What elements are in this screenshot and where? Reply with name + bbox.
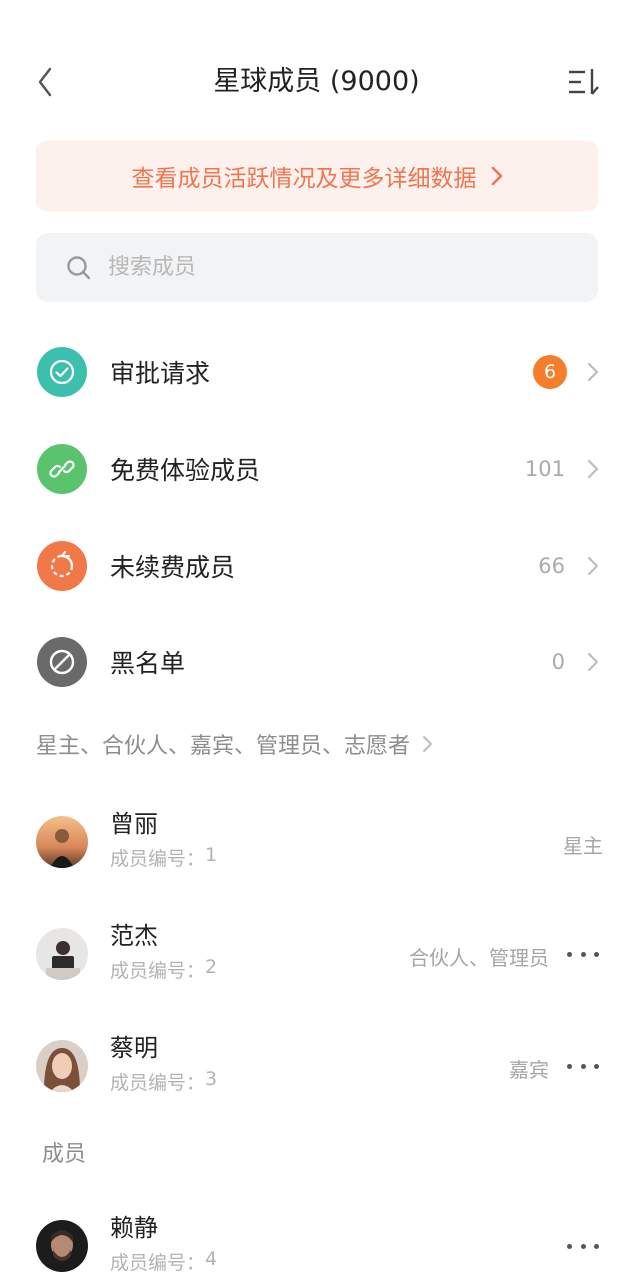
refresh-icon: [50, 551, 74, 578]
members-section-label: 成员: [42, 1142, 87, 1167]
link-icon: [49, 460, 75, 478]
more-dot-icon: [567, 1243, 572, 1249]
chevron-right-icon: [587, 652, 599, 672]
menu-item-unrenewed[interactable]: 未续费成员 66: [0, 521, 633, 611]
member-role: 合伙人、管理员: [409, 946, 549, 970]
search-bar[interactable]: [36, 233, 598, 302]
sort-button[interactable]: [567, 66, 601, 100]
page-title: 星球成员 (9000): [213, 66, 420, 97]
chevron-right-icon: [491, 166, 503, 186]
member-id-value: 4: [205, 1248, 218, 1270]
chevron-right-icon: [587, 362, 599, 382]
more-options-button[interactable]: [567, 1054, 599, 1078]
menu-item-label: 黑名单: [110, 649, 186, 678]
blacklist-icon-circle: [37, 637, 87, 687]
unrenewed-icon-circle: [37, 541, 87, 591]
chevron-right-icon: [587, 459, 599, 479]
member-count: 101: [524, 457, 565, 481]
member-id-label: 成员编号：: [110, 1252, 206, 1274]
stats-banner[interactable]: 查看成员活跃情况及更多详细数据: [36, 141, 598, 211]
chevron-right-icon: [587, 556, 599, 576]
more-options-button[interactable]: [567, 942, 599, 966]
search-icon: [67, 255, 91, 279]
menu-item-approval[interactable]: 审批请求 6: [0, 327, 633, 417]
member-count: 66: [538, 554, 565, 578]
menu-item-free-trial[interactable]: 免费体验成员 101: [0, 424, 633, 514]
avatar: [36, 816, 88, 868]
more-options-button[interactable]: [567, 1234, 599, 1258]
check-icon: [49, 359, 75, 385]
approval-icon-circle: [37, 347, 87, 397]
member-id: 成员编号： 2: [110, 956, 217, 983]
sort-icon: [569, 69, 599, 95]
member-id-label: 成员编号：: [110, 848, 206, 870]
search-input[interactable]: [108, 255, 528, 280]
member-role: 嘉宾: [509, 1058, 549, 1082]
member-id-label: 成员编号：: [110, 960, 206, 982]
more-dot-icon: [594, 1243, 599, 1249]
menu-item-blacklist[interactable]: 黑名单 0: [0, 617, 633, 707]
menu-item-label: 免费体验成员: [110, 456, 261, 485]
avatar: [36, 1040, 88, 1092]
menu-item-label: 未续费成员: [110, 553, 236, 582]
menu-item-label: 审批请求: [110, 359, 211, 388]
roles-section-label: 星主、合伙人、嘉宾、管理员、志愿者: [36, 734, 411, 759]
more-dot-icon: [567, 1063, 572, 1069]
member-id-value: 1: [205, 844, 218, 866]
avatar: [36, 1220, 88, 1272]
avatar: [36, 928, 88, 980]
member-id: 成员编号： 1: [110, 844, 217, 871]
member-row[interactable]: 范杰 成员编号： 2 合伙人、管理员: [0, 916, 633, 1006]
member-name: 赖静: [110, 1214, 158, 1242]
more-dot-icon: [567, 951, 572, 957]
header-bar: 星球成员 (9000): [0, 0, 633, 140]
more-dot-icon: [580, 1063, 586, 1069]
free-trial-icon-circle: [37, 444, 87, 494]
member-id: 成员编号： 3: [110, 1068, 217, 1095]
member-role: 星主: [563, 834, 603, 858]
member-name: 曾丽: [110, 810, 158, 838]
count-badge: 6: [533, 355, 567, 389]
member-row[interactable]: 赖静 成员编号： 4: [0, 1208, 633, 1280]
member-id-value: 3: [205, 1068, 218, 1090]
member-count: 0: [551, 650, 565, 674]
more-dot-icon: [594, 951, 599, 957]
member-name: 范杰: [110, 922, 158, 950]
member-row[interactable]: 蔡明 成员编号： 3 嘉宾: [0, 1028, 633, 1118]
roles-section-header[interactable]: 星主、合伙人、嘉宾、管理员、志愿者: [36, 728, 433, 760]
member-name: 蔡明: [110, 1034, 158, 1062]
member-row[interactable]: 曾丽 成员编号： 1 星主: [0, 804, 633, 894]
block-icon: [49, 649, 75, 675]
member-id: 成员编号： 4: [110, 1248, 217, 1275]
more-dot-icon: [580, 951, 586, 957]
member-id-value: 2: [205, 956, 218, 978]
more-dot-icon: [594, 1063, 599, 1069]
member-id-label: 成员编号：: [110, 1072, 206, 1094]
more-dot-icon: [580, 1243, 586, 1249]
stats-banner-text: 查看成员活跃情况及更多详细数据: [131, 166, 477, 192]
chevron-right-icon: [422, 735, 433, 753]
